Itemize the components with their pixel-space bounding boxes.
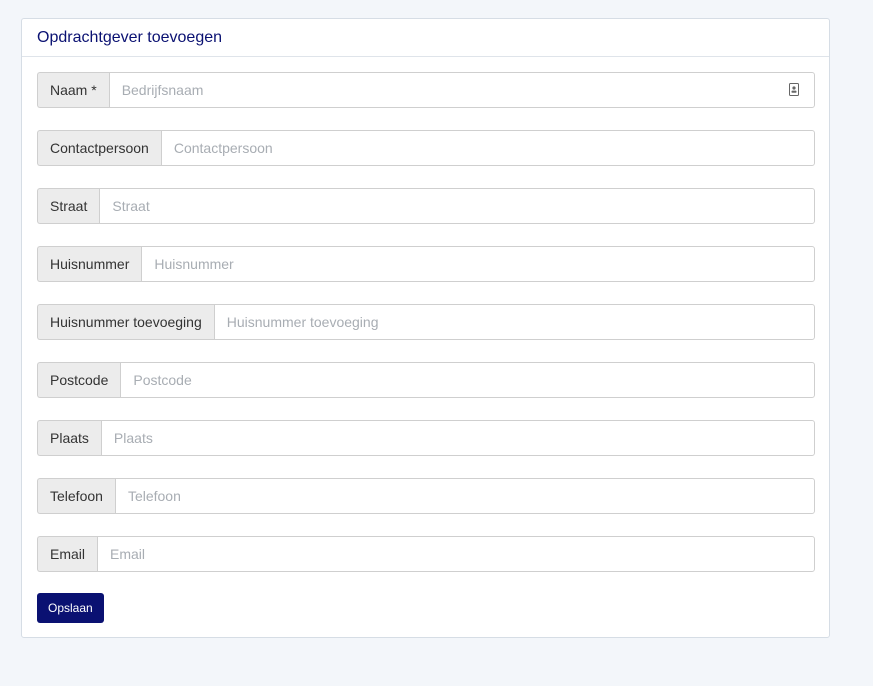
- telefoon-input[interactable]: [114, 478, 815, 514]
- straat-group: Straat: [37, 188, 815, 224]
- naam-input[interactable]: [108, 72, 815, 108]
- contactpersoon-input[interactable]: [160, 130, 815, 166]
- client-form: Naam * Contactpersoon Straat: [22, 57, 829, 623]
- add-client-card: Opdrachtgever toevoegen Naam * Contactpe…: [21, 18, 830, 638]
- contact-card-icon[interactable]: [789, 83, 799, 96]
- postcode-label: Postcode: [37, 362, 121, 398]
- card-header: Opdrachtgever toevoegen: [22, 19, 829, 57]
- postcode-field-wrap: [120, 362, 815, 398]
- plaats-input[interactable]: [100, 420, 815, 456]
- huisnummer-toevoeging-group: Huisnummer toevoeging: [37, 304, 815, 340]
- huisnummer-group: Huisnummer: [37, 246, 815, 282]
- straat-input[interactable]: [99, 188, 815, 224]
- contactpersoon-group: Contactpersoon: [37, 130, 815, 166]
- naam-label: Naam *: [37, 72, 109, 108]
- plaats-label: Plaats: [37, 420, 101, 456]
- straat-field-wrap: [99, 188, 815, 224]
- telefoon-label: Telefoon: [37, 478, 115, 514]
- plaats-group: Plaats: [37, 420, 815, 456]
- telefoon-field-wrap: [114, 478, 815, 514]
- huisnummer-input[interactable]: [141, 246, 815, 282]
- huisnummer-toevoeging-input[interactable]: [213, 304, 815, 340]
- huisnummer-field-wrap: [141, 246, 815, 282]
- email-label: Email: [37, 536, 98, 572]
- postcode-group: Postcode: [37, 362, 815, 398]
- email-group: Email: [37, 536, 815, 572]
- huisnummer-toevoeging-label: Huisnummer toevoeging: [37, 304, 214, 340]
- plaats-field-wrap: [100, 420, 815, 456]
- contactpersoon-label: Contactpersoon: [37, 130, 161, 166]
- page-title: Opdrachtgever toevoegen: [37, 28, 223, 46]
- huisnummer-label: Huisnummer: [37, 246, 142, 282]
- save-button[interactable]: Opslaan: [37, 593, 104, 623]
- naam-group: Naam *: [37, 72, 815, 108]
- postcode-input[interactable]: [120, 362, 815, 398]
- email-field-wrap: [97, 536, 815, 572]
- email-input[interactable]: [97, 536, 815, 572]
- huisnummer-toevoeging-field-wrap: [213, 304, 815, 340]
- telefoon-group: Telefoon: [37, 478, 815, 514]
- contactpersoon-field-wrap: [160, 130, 815, 166]
- straat-label: Straat: [37, 188, 100, 224]
- naam-field-wrap: [108, 72, 815, 108]
